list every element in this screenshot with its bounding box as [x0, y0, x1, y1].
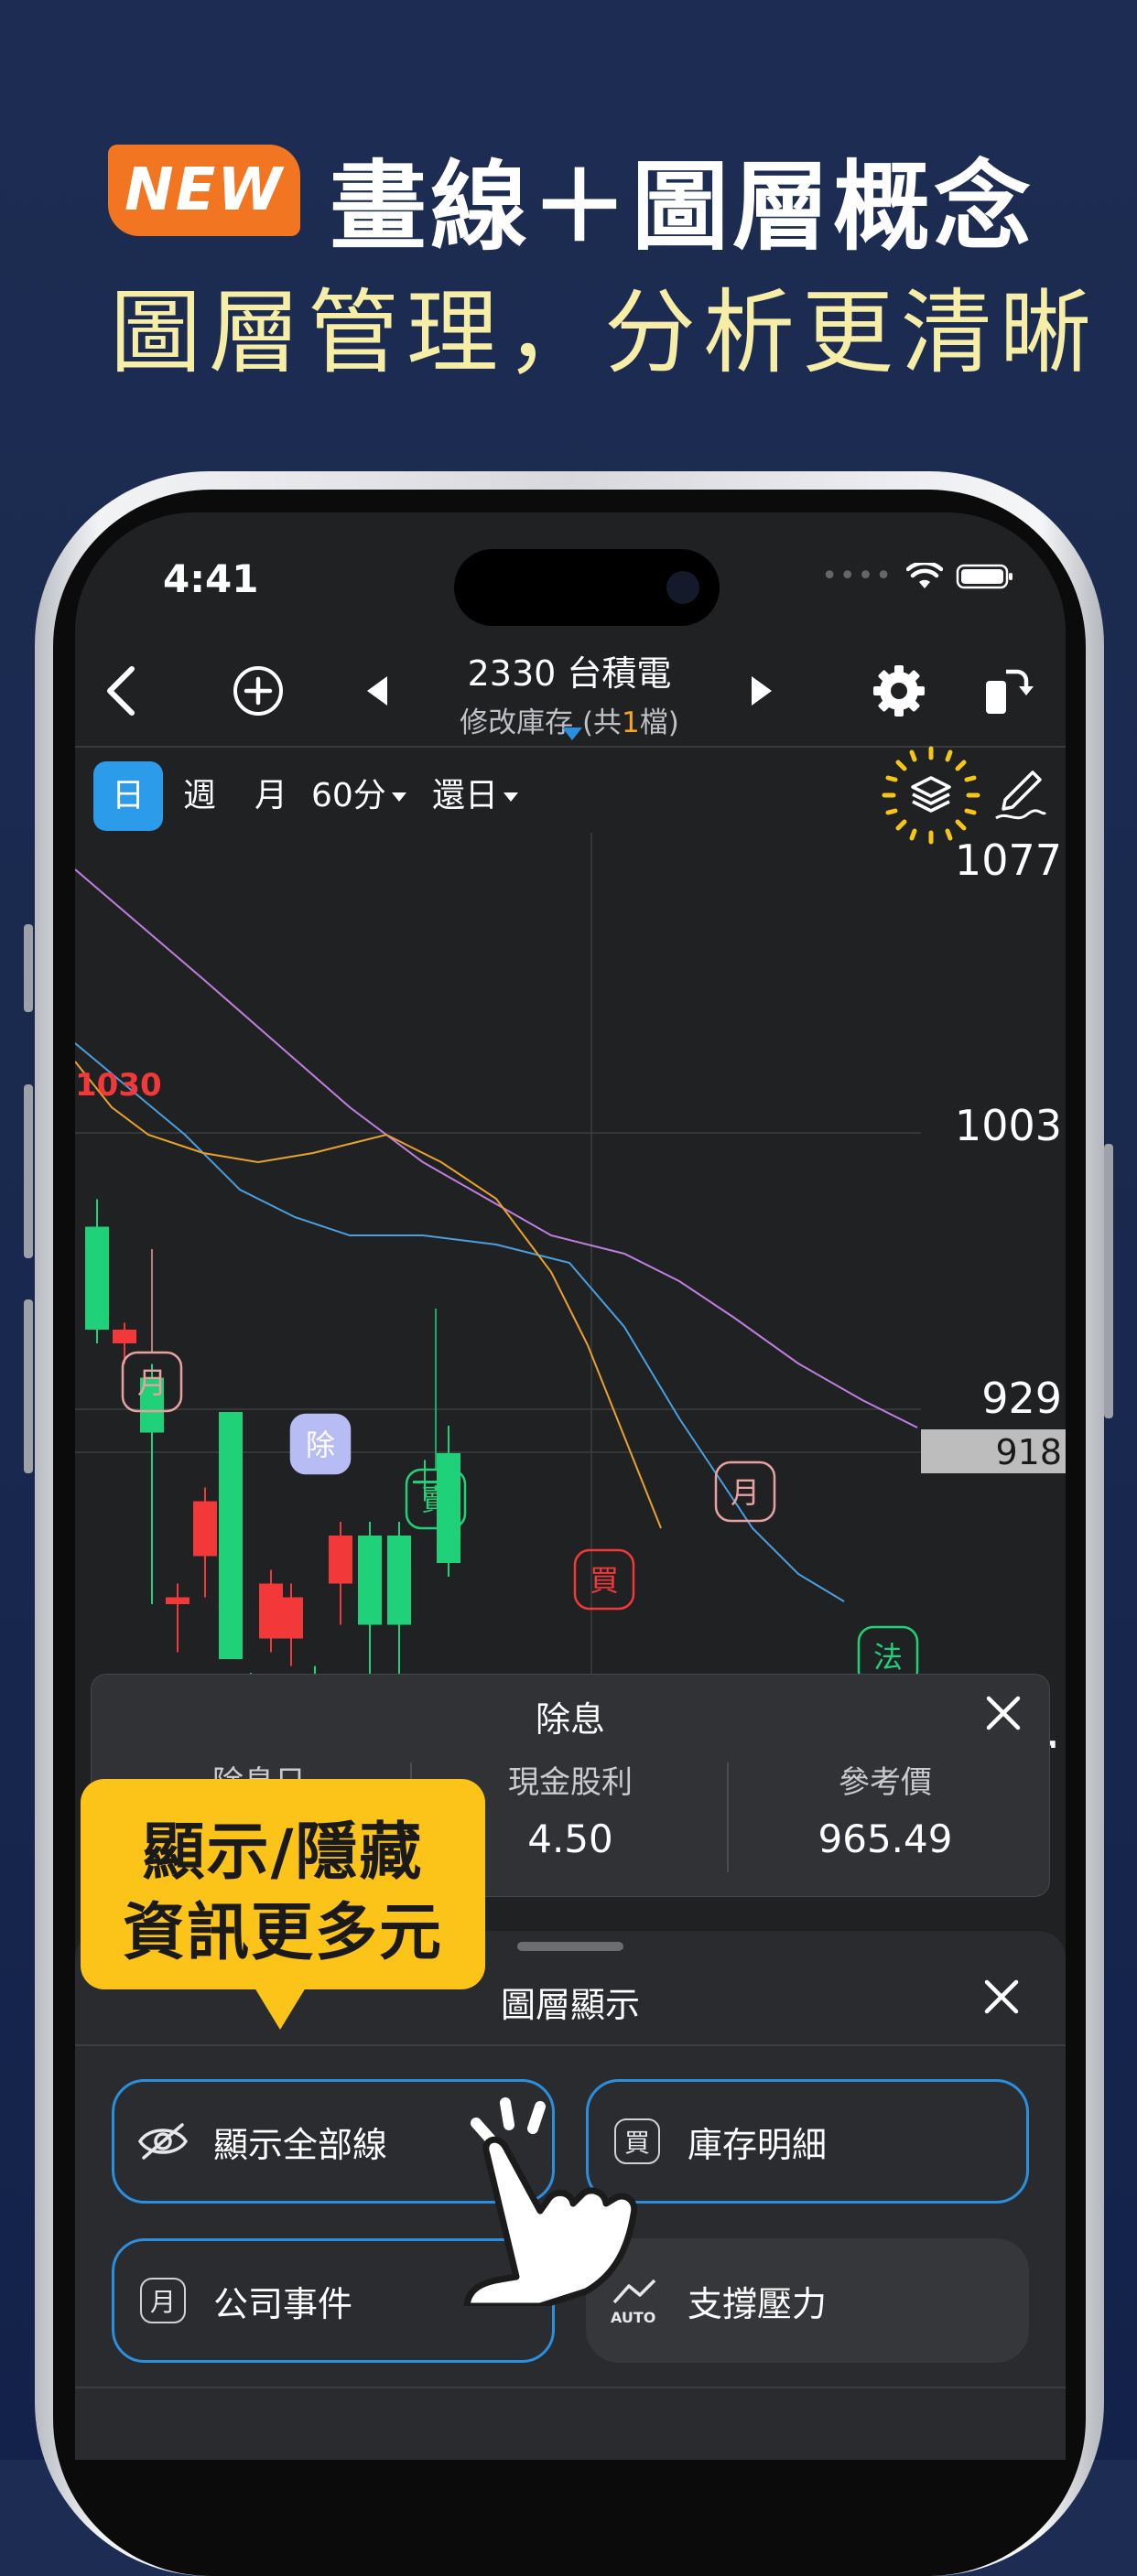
candle-body [387, 1536, 411, 1625]
info-col-reference-price: 參考價 965.49 [734, 1757, 1036, 1861]
plus-circle-icon [233, 666, 283, 716]
wifi-icon [906, 562, 943, 588]
event-marker-label: 賣 [421, 1482, 450, 1517]
callout-line-1: 顯示/隱藏 [142, 1816, 424, 1889]
new-badge: NEW [108, 145, 300, 236]
event-marker-label: 月 [137, 1365, 167, 1400]
dynamic-island [454, 549, 720, 626]
y-tick-label: 929 [981, 1374, 1062, 1423]
period-month-tab[interactable]: 月 [254, 760, 287, 833]
caret-down-icon [562, 728, 582, 740]
sheet-close-button[interactable] [976, 1971, 1027, 2022]
triangle-right-icon [752, 676, 772, 706]
settings-button[interactable] [862, 636, 936, 746]
high-price-label: 1030 [75, 1067, 162, 1104]
month-badge-icon: 月 [135, 2272, 191, 2329]
chip-label: 支撐壓力 [688, 2283, 828, 2324]
sheet-divider [75, 2044, 1066, 2046]
event-marker-label: 月 [731, 1475, 760, 1510]
info-value: 965.49 [818, 1816, 953, 1861]
toggle-holdings-detail[interactable]: 買 庫存明細 [586, 2079, 1029, 2204]
candle-body [279, 1597, 303, 1639]
back-button[interactable] [84, 636, 157, 746]
top-toolbar: 2330 台積電 修改庫存 (共1檔) [75, 636, 1066, 748]
month-badge-text: 月 [140, 2278, 186, 2323]
restore-label: 還日 [432, 777, 499, 814]
callout-line-2: 資訊更多元 [122, 1897, 443, 1969]
gear-icon [873, 665, 925, 717]
stock-sub-prefix: 修改庫存 (共 [460, 706, 623, 739]
next-stock-button[interactable] [734, 636, 789, 746]
y-tick-label: 1003 [955, 1101, 1062, 1150]
event-marker-label: 除 [306, 1428, 335, 1462]
sheet-bottom-divider [75, 2387, 1066, 2388]
chart-grid [75, 833, 921, 1748]
phone-power-button [1104, 1144, 1113, 1418]
candle-body [358, 1536, 382, 1625]
eye-slash-icon [135, 2113, 191, 2170]
caret-down-icon [504, 792, 519, 802]
layers-icon [882, 746, 980, 845]
toggle-support-resistance[interactable]: AUTO 支撐壓力 [586, 2238, 1029, 2363]
current-price-label: 918 [995, 1432, 1062, 1472]
pen-draw-icon [995, 771, 1047, 820]
signal-icon: •••• [821, 560, 893, 592]
period-minutes-dropdown[interactable]: 60分 [311, 760, 406, 833]
camera-lens [666, 571, 699, 604]
close-icon [986, 1696, 1021, 1730]
event-marker-label: 法 [873, 1640, 903, 1675]
layers-button[interactable] [881, 745, 981, 846]
stock-sub-suffix: 檔) [639, 706, 679, 739]
chip-label: 庫存明細 [688, 2124, 828, 2165]
info-card-title: 除息 [535, 1699, 605, 1740]
rotate-device-icon [986, 669, 1034, 714]
stock-title[interactable]: 2330 台積電 修改庫存 (共1檔) [386, 645, 753, 740]
chip-label: 公司事件 [213, 2283, 353, 2324]
phone-volume-up [24, 1084, 33, 1258]
tap-hand-icon [463, 2097, 638, 2306]
y-tick-label: 1077 [955, 835, 1062, 885]
promo-subline: 圖層管理，分析更清晰 [110, 279, 1099, 386]
ma-long-line [75, 868, 918, 1428]
status-bar: 4:41 •••• [75, 512, 1066, 650]
info-close-button[interactable] [978, 1687, 1029, 1739]
event-marker-label: 買 [590, 1563, 619, 1598]
promo-banner: NEW 畫線＋圖層概念 圖層管理，分析更清晰 [0, 0, 1137, 458]
candle-body [193, 1501, 217, 1557]
add-watchlist-button[interactable] [222, 636, 295, 746]
phone-volume-down [24, 1299, 33, 1473]
period-tabs: 日 週 月 60分 還日 [75, 746, 1066, 845]
ma-short-line [75, 1061, 662, 1529]
draw-line-button[interactable] [991, 763, 1049, 827]
status-time: 4:41 [163, 556, 259, 601]
restore-dropdown[interactable]: 還日 [432, 760, 519, 833]
period-day-tab[interactable]: 日 [93, 761, 163, 831]
rotate-screen-button[interactable] [970, 636, 1044, 746]
stock-sub-count: 1 [622, 706, 640, 739]
promo-headline: 畫線＋圖層概念 [330, 151, 1034, 264]
info-divider [727, 1762, 729, 1872]
candle-body [219, 1412, 243, 1659]
candle-body [166, 1597, 190, 1604]
candle-body [85, 1226, 109, 1330]
chip-label: 顯示全部線 [213, 2124, 388, 2165]
battery-icon [956, 564, 1012, 588]
sheet-drag-handle[interactable] [517, 1942, 623, 1951]
period-week-tab[interactable]: 週 [183, 760, 216, 833]
phone-side-button [24, 924, 33, 1012]
candle-body [329, 1536, 352, 1584]
auto-icon-text: AUTO [611, 2309, 655, 2326]
callout-bubble: 顯示/隱藏 資訊更多元 [81, 1779, 485, 2030]
info-label: 參考價 [839, 1764, 932, 1801]
caret-down-icon [391, 792, 406, 802]
moving-average-lines [75, 868, 918, 1602]
status-icons: •••• [821, 560, 1014, 592]
candles [85, 1199, 482, 1748]
stock-code: 2330 台積電 [467, 653, 672, 694]
close-icon [984, 1979, 1019, 2014]
period-minutes-label: 60分 [311, 777, 386, 814]
candlestick-chart[interactable]: 1077100392941030918 月除賣買月法 [75, 833, 1066, 1748]
chevron-left-icon [107, 666, 135, 716]
candle-body [113, 1330, 136, 1343]
